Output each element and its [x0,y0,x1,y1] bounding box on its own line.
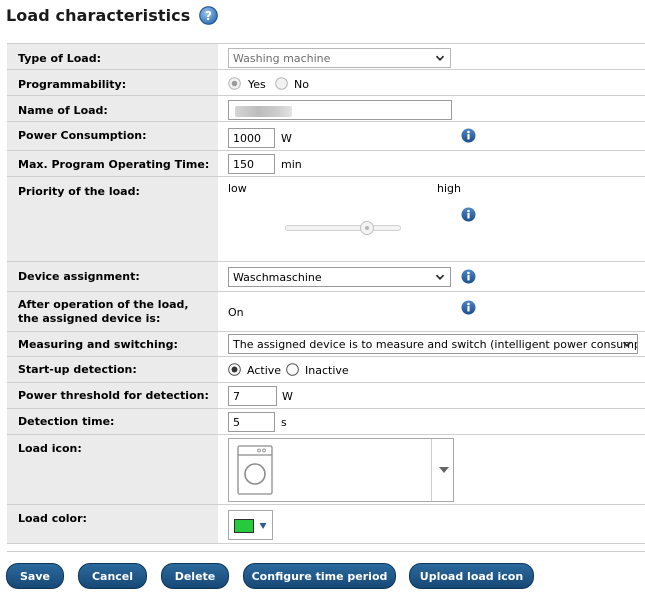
measuring-switching-label: Measuring and switching: [7,331,218,357]
row-measuring-switching: Measuring and switching: The assigned de… [7,331,645,357]
type-of-load-select[interactable]: Washing machine [228,48,451,68]
startup-active-radio[interactable] [228,363,241,376]
programmability-yes-radio[interactable] [228,77,241,90]
after-operation-label: After operation of the load, the assigne… [7,291,218,332]
info-icon[interactable] [461,207,476,222]
device-assignment-select[interactable]: Waschmaschine [228,267,451,287]
detection-time-unit: s [281,416,287,429]
page-title: Load characteristics [6,5,191,25]
power-consumption-label: Power Consumption: [7,121,218,151]
row-programmability: Programmability: Yes No [7,69,645,96]
detection-time-label: Detection time: [7,408,218,435]
svg-text:?: ? [205,9,212,23]
load-icon-label: Load icon: [7,434,218,505]
device-assignment-label: Device assignment: [7,261,218,292]
priority-slider-thumb[interactable] [360,221,374,235]
question-mark-icon[interactable]: ? [199,5,219,25]
info-icon[interactable] [461,128,476,143]
max-operating-time-input[interactable]: 150 [228,154,275,174]
priority-low-label: low [228,182,247,195]
power-consumption-unit: W [281,132,292,145]
row-detection-time: Detection time: 5 s [7,408,645,435]
load-form: Type of Load: Washing machine Programmab… [7,43,645,544]
startup-inactive-label: Inactive [305,364,349,377]
row-load-icon: Load icon: [7,434,645,505]
info-icon[interactable] [461,300,476,315]
max-operating-time-unit: min [281,158,302,171]
row-max-operating-time: Max. Program Operating Time: 150 min [7,150,645,177]
type-of-load-value: Washing machine [233,52,331,65]
startup-detection-label: Start-up detection: [7,356,218,383]
detection-time-input[interactable]: 5 [228,412,275,432]
chevron-down-icon [435,53,445,63]
programmability-label: Programmability: [7,69,218,96]
power-threshold-unit: W [282,390,293,403]
max-operating-time-label: Max. Program Operating Time: [7,150,218,177]
upload-load-icon-button[interactable]: Upload load icon [409,563,534,589]
row-startup-detection: Start-up detection: Active Inactive [7,356,645,383]
chevron-down-icon [622,339,632,349]
row-device-assignment: Device assignment: Waschmaschine [7,261,645,292]
picker-divider [431,439,432,501]
startup-inactive-radio[interactable] [286,363,299,376]
device-assignment-value: Waschmaschine [233,271,322,284]
measuring-switching-value: The assigned device is to measure and sw… [233,338,638,351]
row-type-of-load: Type of Load: Washing machine [7,43,645,70]
cancel-button[interactable]: Cancel [78,563,147,589]
name-of-load-label: Name of Load: [7,95,218,122]
power-threshold-label: Power threshold for detection: [7,382,218,409]
caret-down-icon [259,523,267,529]
power-threshold-input[interactable]: 7 [228,386,277,406]
load-color-label: Load color: [7,504,218,544]
row-name-of-load: Name of Load: [7,95,645,122]
form-divider [7,551,645,552]
configure-time-period-button[interactable]: Configure time period [243,563,396,589]
type-of-load-label: Type of Load: [7,43,218,70]
info-icon[interactable] [461,269,476,284]
redacted-name [235,106,292,117]
priority-high-label: high [437,182,461,195]
load-icon-picker[interactable] [228,438,454,502]
dropdown-arrow-icon[interactable] [438,466,450,474]
color-swatch [234,519,254,533]
row-power-consumption: Power Consumption: 1000 W [7,121,645,151]
row-priority: Priority of the load: low high [7,176,645,262]
row-load-color: Load color: [7,504,645,544]
row-power-threshold: Power threshold for detection: 7 W [7,382,645,409]
load-color-picker[interactable] [228,510,273,540]
save-button[interactable]: Save [6,563,64,589]
startup-active-label: Active [247,364,282,377]
programmability-no-radio[interactable] [275,77,288,90]
delete-button[interactable]: Delete [161,563,229,589]
row-after-operation: After operation of the load, the assigne… [7,291,645,332]
priority-slider[interactable] [285,225,401,231]
name-of-load-input[interactable] [228,100,452,120]
priority-label: Priority of the load: [7,176,218,262]
chevron-down-icon [435,272,445,282]
after-operation-value: On [228,306,244,319]
power-consumption-input[interactable]: 1000 [228,128,275,148]
washing-machine-icon [237,445,273,495]
measuring-switching-select[interactable]: The assigned device is to measure and sw… [228,334,638,354]
programmability-no-label: No [294,78,309,91]
programmability-yes-label: Yes [248,78,266,91]
page-header: Load characteristics ? [6,3,219,27]
